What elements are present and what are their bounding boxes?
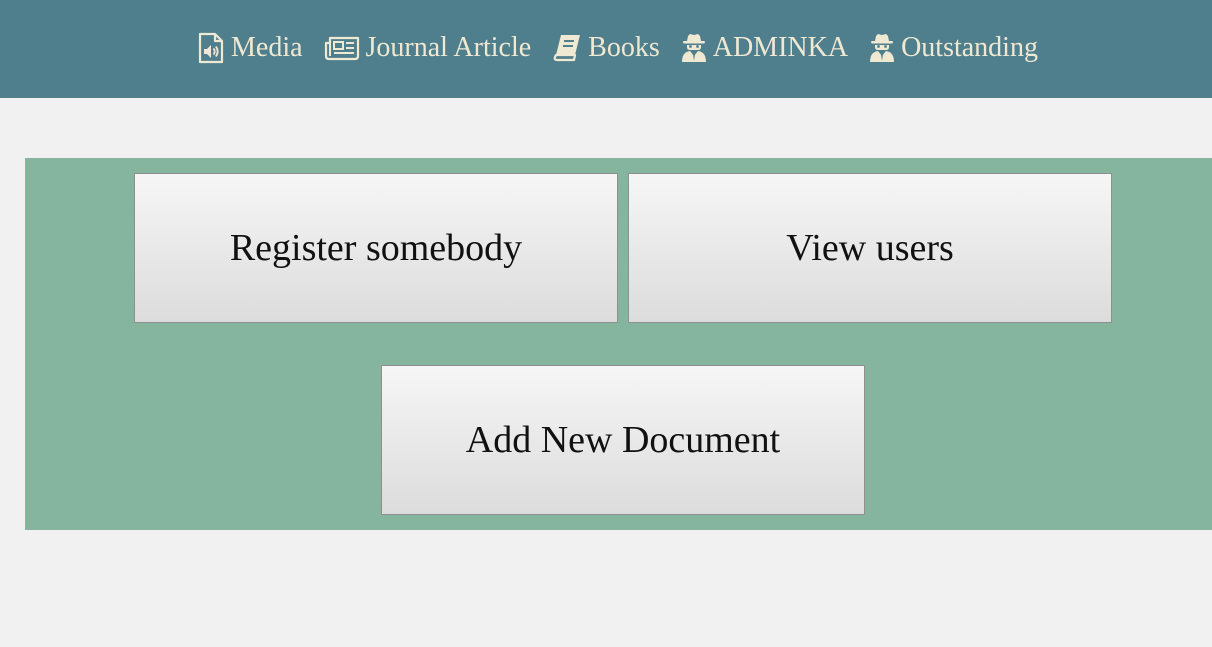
view-users-button[interactable]: View users — [628, 173, 1112, 323]
nav-item-label: Journal Article — [365, 32, 532, 63]
nav-item-outstanding[interactable]: Outstanding — [869, 32, 1038, 64]
add-new-document-button[interactable]: Add New Document — [381, 365, 865, 515]
nav-item-label: Media — [231, 32, 303, 63]
audio-file-icon — [197, 32, 225, 64]
admin-actions-panel: Register somebody View users Add New Doc… — [25, 158, 1212, 530]
nav-item-label: Books — [588, 32, 660, 63]
user-secret-icon — [869, 33, 895, 63]
nav-item-journal-article[interactable]: Journal Article — [324, 32, 532, 64]
book-icon — [552, 33, 582, 63]
main-nav: Media Journal Article Books ADMINKA Outs… — [197, 28, 1038, 68]
nav-item-media[interactable]: Media — [197, 32, 303, 64]
nav-item-books[interactable]: Books — [552, 32, 660, 64]
register-somebody-button[interactable]: Register somebody — [134, 173, 618, 323]
nav-item-label: Outstanding — [901, 32, 1038, 63]
nav-item-label: ADMINKA — [712, 32, 849, 63]
user-secret-icon — [681, 33, 707, 63]
top-navbar: Media Journal Article Books ADMINKA Outs… — [0, 0, 1212, 98]
newspaper-icon — [324, 35, 360, 61]
nav-item-adminka[interactable]: ADMINKA — [681, 32, 848, 64]
